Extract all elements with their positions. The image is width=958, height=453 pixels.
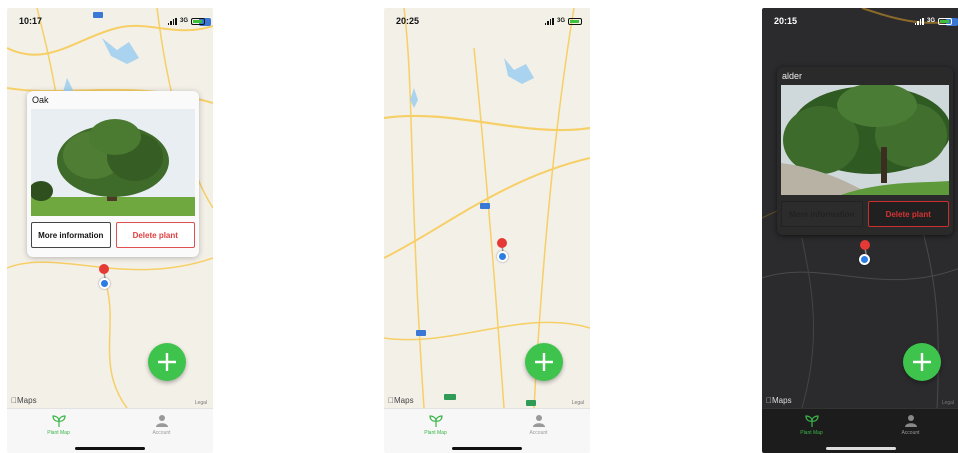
- tab-label: Plant Map: [800, 430, 823, 436]
- network-label: 3G: [926, 18, 935, 24]
- battery-icon: [938, 17, 952, 25]
- status-time: 20:25: [396, 16, 420, 26]
- add-plant-button[interactable]: [148, 343, 186, 381]
- sprout-icon: [804, 415, 819, 427]
- user-location-icon: [497, 251, 508, 262]
- delete-plant-button[interactable]: Delete plant: [115, 222, 195, 248]
- plus-icon: [535, 353, 553, 371]
- signal-icon: [914, 17, 924, 25]
- more-information-button[interactable]: More information: [31, 222, 111, 248]
- plus-icon: [913, 353, 931, 371]
- maps-logo: Maps: [766, 396, 792, 405]
- callout-title: Oak: [32, 95, 49, 105]
- plant-photo: [31, 109, 195, 216]
- status-time: 10:17: [19, 16, 43, 26]
- sprout-icon: [51, 415, 66, 427]
- battery-icon: [191, 17, 205, 25]
- plant-callout: alder More information Delete plant: [777, 67, 953, 235]
- legal-link[interactable]: Legal: [942, 400, 954, 406]
- signal-icon: [544, 17, 554, 25]
- tab-label: Plant Map: [47, 430, 70, 436]
- legal-link[interactable]: Legal: [572, 400, 584, 406]
- home-indicator: [75, 447, 145, 450]
- add-plant-button[interactable]: [525, 343, 563, 381]
- signal-icon: [167, 17, 177, 25]
- more-information-button[interactable]: More information: [781, 201, 863, 227]
- map-view[interactable]: [384, 8, 590, 408]
- network-label: 3G: [179, 18, 188, 24]
- status-bar: 10:17 3G: [7, 8, 213, 34]
- tab-label: Plant Map: [424, 430, 447, 436]
- status-bar: 20:15 3G: [762, 8, 958, 34]
- tab-label: Account: [152, 430, 171, 436]
- network-label: 3G: [556, 18, 565, 24]
- sprout-icon: [428, 415, 443, 427]
- status-time: 20:15: [774, 16, 798, 26]
- user-location-icon: [859, 254, 870, 265]
- tab-label: Account: [901, 430, 920, 436]
- phone-screen-1: 10:17 3G Oak More information Delete pla…: [7, 8, 213, 453]
- legal-link[interactable]: Legal: [195, 400, 207, 406]
- home-indicator: [826, 447, 896, 450]
- callout-title: alder: [782, 71, 803, 81]
- battery-icon: [568, 17, 582, 25]
- phone-screen-2: 20:25 3G Maps Legal Plant Map Account: [384, 8, 590, 453]
- phone-screen-3: 20:15 3G alder More information Delete p…: [762, 8, 958, 453]
- delete-plant-button[interactable]: Delete plant: [867, 201, 949, 227]
- maps-logo: Maps: [388, 396, 414, 405]
- user-location-icon: [99, 278, 110, 289]
- plant-photo: [781, 85, 949, 195]
- plus-icon: [158, 353, 176, 371]
- add-plant-button[interactable]: [903, 343, 941, 381]
- home-indicator: [452, 447, 522, 450]
- person-icon: [532, 415, 545, 427]
- plant-callout: Oak More information Delete plant: [27, 91, 199, 257]
- status-bar: 20:25 3G: [384, 8, 590, 34]
- tab-label: Account: [529, 430, 548, 436]
- maps-logo: Maps: [11, 396, 37, 405]
- person-icon: [155, 415, 168, 427]
- person-icon: [904, 415, 917, 427]
